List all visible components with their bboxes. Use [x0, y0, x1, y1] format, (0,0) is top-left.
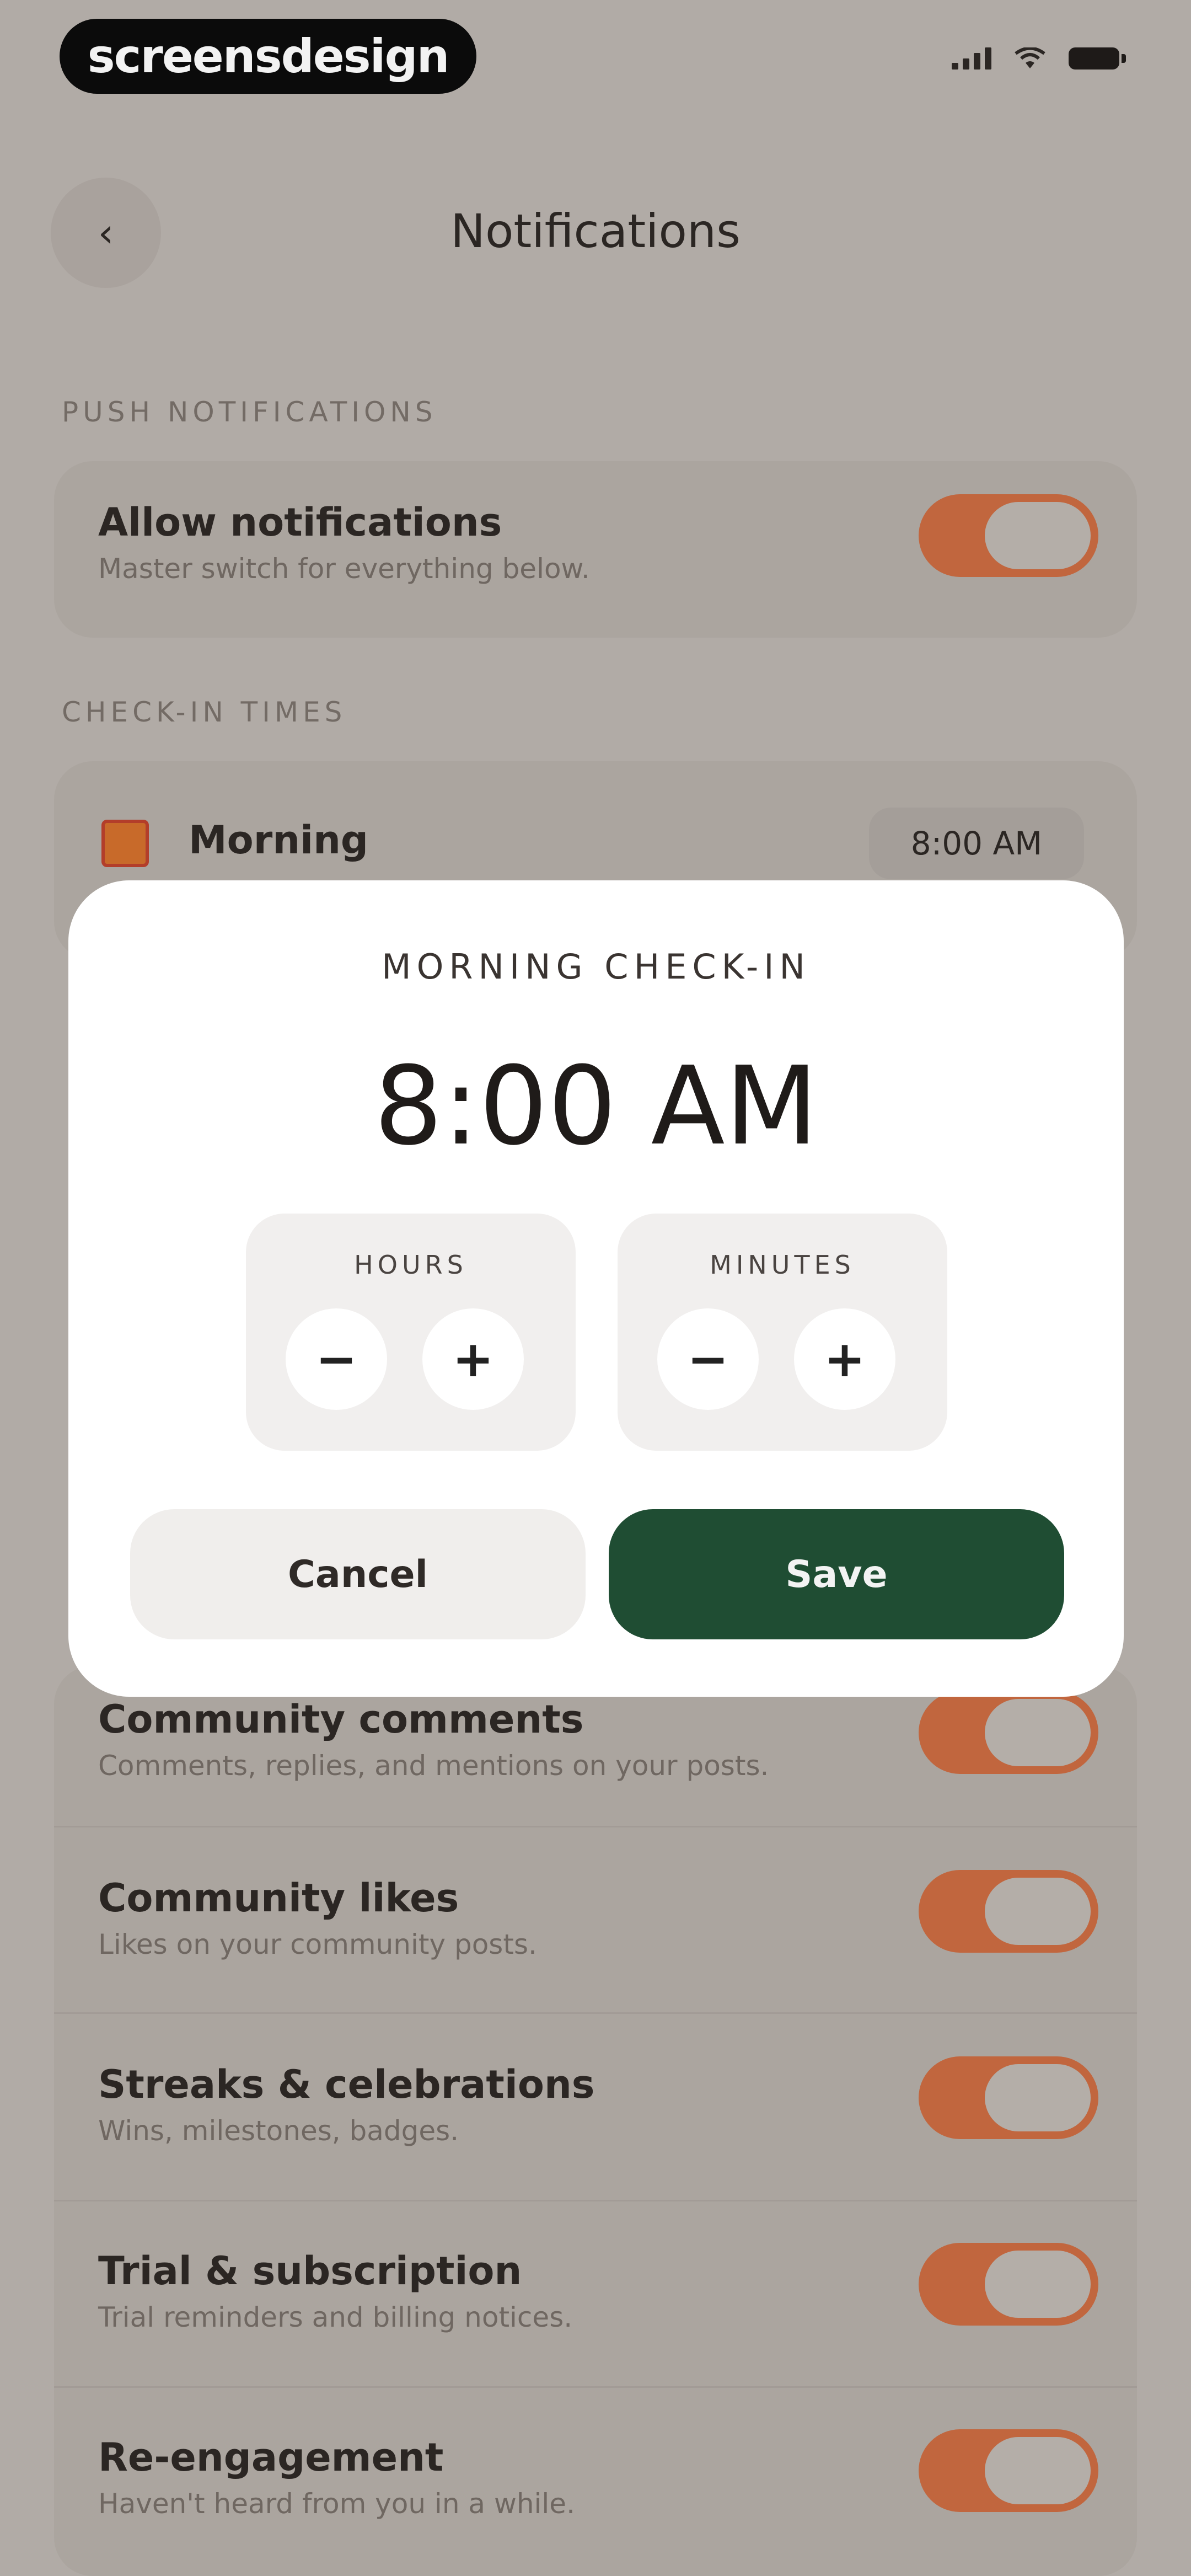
allow-notifications-card: Allow notifications Master switch for ev… [54, 461, 1137, 638]
section-label-push: PUSH NOTIFICATIONS [62, 396, 437, 428]
hours-label: HOURS [354, 1250, 468, 1280]
re-engagement-toggle[interactable] [919, 2429, 1098, 2512]
page-title: Notifications [450, 204, 741, 258]
divider [54, 1826, 1137, 1827]
divider [54, 2012, 1137, 2014]
toggle-knob [985, 2437, 1091, 2504]
plus-icon: + [824, 1330, 866, 1388]
toggle-knob [985, 2064, 1091, 2131]
brand-text: screensdesign [87, 29, 450, 83]
modal-label: MORNING CHECK-IN [382, 947, 811, 987]
modal-time-display: 8:00 AM [374, 1044, 818, 1169]
minutes-increment-button[interactable]: + [794, 1308, 895, 1410]
toggle-knob [985, 1699, 1091, 1766]
minutes-stepper: MINUTES − + [618, 1214, 947, 1451]
notification-types-card: Community comments Comments, replies, an… [54, 1666, 1137, 2576]
cancel-button[interactable]: Cancel [130, 1509, 586, 1639]
streaks-toggle[interactable] [919, 2056, 1098, 2139]
minutes-label: MINUTES [710, 1250, 855, 1280]
time-picker-modal: MORNING CHECK-IN 8:00 AM HOURS − + MINUT… [68, 880, 1124, 1697]
allow-notifications-toggle[interactable] [919, 494, 1098, 577]
community-comments-toggle[interactable] [919, 1691, 1098, 1774]
morning-time-chip[interactable]: 8:00 AM [869, 808, 1084, 879]
divider [54, 2200, 1137, 2201]
wifi-icon [1015, 47, 1045, 68]
minutes-decrement-button[interactable]: − [657, 1308, 759, 1410]
sunrise-icon [101, 820, 149, 867]
status-icons [952, 47, 1126, 70]
plus-icon: + [452, 1330, 494, 1388]
hours-increment-button[interactable]: + [422, 1308, 524, 1410]
toggle-knob [985, 2251, 1091, 2318]
hours-decrement-button[interactable]: − [286, 1308, 387, 1410]
signal-icon [952, 47, 991, 70]
community-likes-toggle[interactable] [919, 1870, 1098, 1953]
toggle-knob [985, 1878, 1091, 1945]
morning-title: Morning [189, 817, 369, 863]
minus-icon: − [315, 1330, 357, 1388]
save-button[interactable]: Save [609, 1509, 1064, 1639]
screen: screensdesign ‹ Notifications PUSH NOTIF… [0, 0, 1191, 2576]
trial-subscription-toggle[interactable] [919, 2243, 1098, 2326]
section-label-checkin: CHECK-IN TIMES [62, 696, 347, 728]
brand-badge: screensdesign [60, 19, 476, 94]
battery-icon [1069, 47, 1126, 70]
hours-stepper: HOURS − + [246, 1214, 576, 1451]
divider [54, 2386, 1137, 2388]
toggle-knob [985, 502, 1091, 569]
minus-icon: − [687, 1330, 729, 1388]
